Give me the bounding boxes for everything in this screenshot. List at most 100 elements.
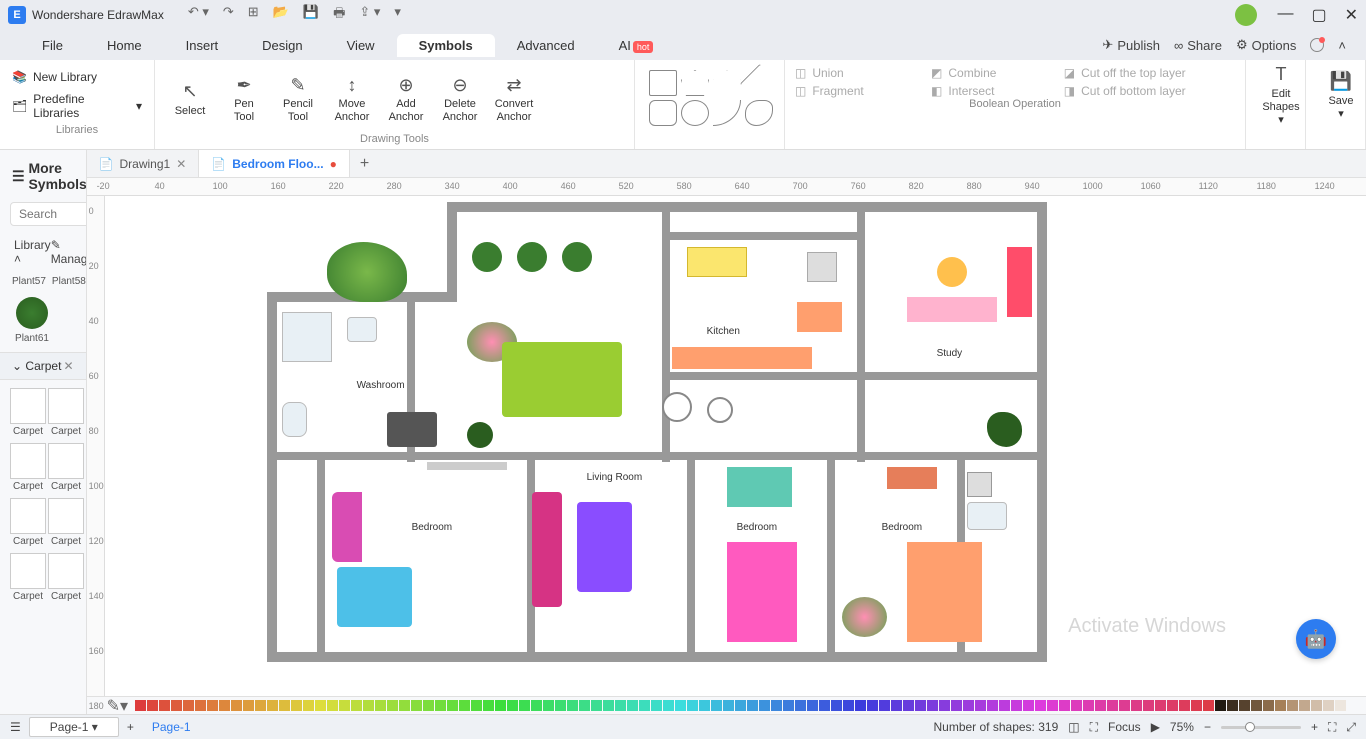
color-swatch[interactable] bbox=[759, 700, 770, 711]
menu-design[interactable]: Design bbox=[240, 34, 324, 57]
section-close-icon[interactable]: ✕ bbox=[64, 359, 74, 373]
color-swatch[interactable] bbox=[339, 700, 350, 711]
color-swatch[interactable] bbox=[471, 700, 482, 711]
color-swatch[interactable] bbox=[1119, 700, 1130, 711]
plant-decor[interactable] bbox=[472, 242, 502, 272]
menu-ai[interactable]: AIhot bbox=[597, 34, 676, 57]
color-swatch[interactable] bbox=[771, 700, 782, 711]
color-swatch[interactable] bbox=[399, 700, 410, 711]
carpet-item[interactable]: Carpet bbox=[48, 388, 84, 437]
share-button[interactable]: ∞Share bbox=[1174, 38, 1222, 53]
predefine-libraries-button[interactable]: 🗂Predefine Libraries▾ bbox=[10, 88, 144, 124]
color-swatch[interactable] bbox=[183, 700, 194, 711]
color-swatch[interactable] bbox=[483, 700, 494, 711]
shape-roundrect-icon[interactable] bbox=[649, 100, 677, 126]
color-swatch[interactable] bbox=[675, 700, 686, 711]
color-swatch[interactable] bbox=[1035, 700, 1046, 711]
color-swatch[interactable] bbox=[591, 700, 602, 711]
qat-more-icon[interactable]: ▾ bbox=[394, 4, 401, 26]
color-swatch[interactable] bbox=[579, 700, 590, 711]
color-swatch[interactable] bbox=[255, 700, 266, 711]
intersect-button[interactable]: ◧Intersect bbox=[931, 84, 1046, 98]
shape-pentagon-icon[interactable] bbox=[681, 70, 709, 96]
pencil-tool[interactable]: ✎Pencil Tool bbox=[273, 70, 323, 130]
menu-advanced[interactable]: Advanced bbox=[495, 34, 597, 57]
color-swatch[interactable] bbox=[963, 700, 974, 711]
color-swatch[interactable] bbox=[1239, 700, 1250, 711]
add-anchor-tool[interactable]: ⊕Add Anchor bbox=[381, 70, 431, 130]
color-swatch[interactable] bbox=[603, 700, 614, 711]
color-swatch[interactable] bbox=[1023, 700, 1034, 711]
kitchen-island[interactable] bbox=[672, 347, 812, 369]
color-swatch[interactable] bbox=[363, 700, 374, 711]
canvas[interactable]: Washroom Kitchen Study Living Room Bedro… bbox=[105, 196, 1366, 696]
toilet[interactable] bbox=[282, 402, 307, 437]
color-swatch[interactable] bbox=[615, 700, 626, 711]
carpet-item[interactable]: Carpet bbox=[48, 443, 84, 492]
plant-decor[interactable] bbox=[562, 242, 592, 272]
dresser[interactable] bbox=[887, 467, 937, 489]
color-swatch[interactable] bbox=[795, 700, 806, 711]
eyedropper-icon[interactable]: ✎▾ bbox=[107, 696, 128, 716]
zoom-in-button[interactable]: + bbox=[1311, 720, 1318, 734]
plant-item[interactable]: Plant57 bbox=[12, 276, 46, 287]
union-button[interactable]: ◫Union bbox=[795, 66, 913, 80]
color-swatch[interactable] bbox=[927, 700, 938, 711]
color-swatch[interactable] bbox=[279, 700, 290, 711]
flower-decor[interactable] bbox=[842, 597, 887, 637]
sofa-set[interactable] bbox=[727, 467, 792, 507]
color-swatch[interactable] bbox=[1311, 700, 1322, 711]
plant-item[interactable]: Plant58 bbox=[52, 276, 86, 287]
zoom-out-button[interactable]: − bbox=[1204, 720, 1211, 734]
color-swatch[interactable] bbox=[783, 700, 794, 711]
focus-label[interactable]: Focus bbox=[1108, 720, 1141, 734]
carpet-item[interactable]: Carpet bbox=[48, 553, 84, 602]
shape-rect-icon[interactable] bbox=[649, 70, 677, 96]
light[interactable] bbox=[707, 397, 733, 423]
color-swatch[interactable] bbox=[1011, 700, 1022, 711]
color-swatch[interactable] bbox=[975, 700, 986, 711]
page-list-icon[interactable]: ☰ bbox=[10, 720, 21, 734]
color-swatch[interactable] bbox=[891, 700, 902, 711]
color-swatch[interactable] bbox=[171, 700, 182, 711]
color-swatch[interactable] bbox=[507, 700, 518, 711]
color-swatch[interactable] bbox=[519, 700, 530, 711]
shape-star-icon[interactable] bbox=[713, 70, 741, 96]
expand-icon[interactable]: ˄ bbox=[1338, 38, 1346, 53]
open-icon[interactable]: 📂 bbox=[273, 4, 289, 26]
zoom-level[interactable]: 75% bbox=[1170, 720, 1194, 734]
color-swatch[interactable] bbox=[315, 700, 326, 711]
color-swatch[interactable] bbox=[915, 700, 926, 711]
color-swatch[interactable] bbox=[1215, 700, 1226, 711]
color-swatch[interactable] bbox=[663, 700, 674, 711]
color-swatch[interactable] bbox=[291, 700, 302, 711]
publish-button[interactable]: ✈Publish bbox=[1102, 37, 1160, 53]
fullscreen-icon[interactable]: ⤢ bbox=[1346, 720, 1356, 735]
export-icon[interactable]: ⇪ ▾ bbox=[359, 4, 380, 26]
bed[interactable] bbox=[337, 567, 412, 627]
sofa[interactable] bbox=[332, 492, 362, 562]
close-icon[interactable]: ✕ bbox=[1345, 5, 1358, 25]
present-icon[interactable]: ▶ bbox=[1151, 720, 1160, 734]
carpet-item[interactable]: Carpet bbox=[10, 443, 46, 492]
chat-assistant-button[interactable]: 🤖 bbox=[1296, 619, 1336, 659]
color-swatch[interactable] bbox=[243, 700, 254, 711]
bed[interactable] bbox=[907, 542, 982, 642]
shower[interactable] bbox=[282, 312, 332, 362]
tab-bedroom-floor[interactable]: 📄 Bedroom Floo... ● bbox=[199, 150, 350, 177]
select-tool[interactable]: ↖Select bbox=[165, 70, 215, 130]
fan[interactable] bbox=[662, 392, 692, 422]
color-swatch[interactable] bbox=[627, 700, 638, 711]
combine-button[interactable]: ◩Combine bbox=[931, 66, 1046, 80]
undo-icon[interactable]: ↶ ▾ bbox=[188, 4, 209, 26]
page-selector[interactable]: Page-1 ▾ bbox=[29, 717, 119, 737]
color-swatch[interactable] bbox=[747, 700, 758, 711]
color-swatch[interactable] bbox=[999, 700, 1010, 711]
new-icon[interactable]: ⊞ bbox=[248, 4, 259, 26]
redo-icon[interactable]: ↷ bbox=[223, 4, 234, 26]
carpet-item[interactable]: Carpet bbox=[10, 553, 46, 602]
new-library-button[interactable]: 📚New Library bbox=[10, 66, 144, 88]
rug[interactable] bbox=[577, 502, 632, 592]
minimize-icon[interactable]: — bbox=[1277, 5, 1293, 25]
color-swatch[interactable] bbox=[435, 700, 446, 711]
